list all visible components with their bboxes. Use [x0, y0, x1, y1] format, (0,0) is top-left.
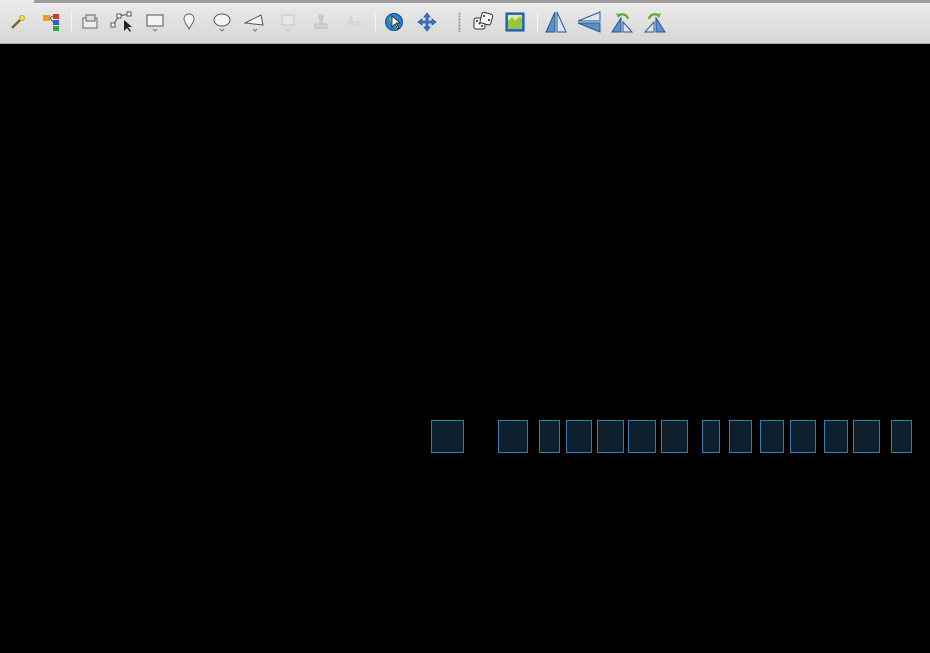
magic-wand-tool-button[interactable] — [4, 8, 32, 36]
canvas-cell[interactable] — [891, 420, 912, 453]
select-region-icon — [82, 14, 98, 29]
draw-rectangle-button[interactable] — [141, 8, 169, 36]
polygon-icon — [243, 14, 264, 32]
drawing-canvas[interactable] — [0, 45, 930, 653]
stamp-tool-button[interactable] — [307, 8, 335, 36]
rotate-left-icon — [611, 13, 634, 33]
canvas-cell[interactable] — [661, 420, 688, 453]
canvas-cell[interactable] — [539, 420, 560, 453]
canvas-cell[interactable] — [628, 420, 656, 453]
random-button[interactable] — [469, 8, 497, 36]
stamp-icon — [314, 14, 328, 29]
ellipse-icon — [213, 13, 231, 32]
draw-ellipse-button[interactable] — [208, 8, 236, 36]
canvas-cell[interactable] — [853, 420, 880, 453]
globe-navigate-button[interactable] — [380, 8, 408, 36]
text-icon — [347, 14, 361, 27]
canvas-cell[interactable] — [597, 420, 624, 453]
flip-horizontal-button[interactable] — [542, 8, 570, 36]
dice-icon — [473, 11, 494, 30]
select-region-button[interactable] — [76, 8, 104, 36]
canvas-cell[interactable] — [566, 420, 592, 453]
color-layers-icon — [43, 14, 59, 31]
image-icon — [281, 14, 295, 32]
toolbar-grip[interactable] — [458, 12, 461, 32]
rectangle-icon — [146, 14, 164, 32]
move-arrows-icon — [417, 12, 437, 32]
rotate-right-icon — [643, 13, 666, 33]
draw-marker-button[interactable] — [175, 8, 203, 36]
canvas-cell[interactable] — [790, 420, 816, 453]
toolbar-separator — [375, 12, 376, 32]
rotate-right-button[interactable] — [641, 8, 669, 36]
marker-pin-icon — [183, 13, 195, 31]
flip-horizontal-icon — [545, 11, 567, 33]
magic-wand-icon — [11, 15, 25, 29]
text-tool-button[interactable] — [340, 8, 368, 36]
rotate-left-button[interactable] — [608, 8, 636, 36]
map-view-icon — [505, 12, 525, 32]
pan-button[interactable] — [413, 8, 441, 36]
toolbar-separator — [537, 12, 538, 32]
canvas-cell[interactable] — [431, 420, 464, 453]
canvas-cell[interactable] — [702, 420, 720, 453]
draw-polygon-button[interactable] — [240, 8, 268, 36]
flip-vertical-icon — [577, 11, 601, 33]
toolbar-top-border — [34, 0, 930, 3]
map-view-button[interactable] — [501, 8, 529, 36]
globe-cursor-icon — [385, 13, 403, 31]
canvas-cell[interactable] — [498, 420, 528, 453]
image-tool-button[interactable] — [274, 8, 302, 36]
flip-vertical-button[interactable] — [575, 8, 603, 36]
draw-path-button[interactable] — [108, 8, 136, 36]
canvas-cell[interactable] — [760, 420, 784, 453]
toolbar — [0, 0, 930, 44]
canvas-cell[interactable] — [729, 420, 752, 453]
layers-tool-button[interactable] — [37, 8, 65, 36]
canvas-cell[interactable] — [824, 420, 848, 453]
toolbar-separator — [71, 12, 72, 32]
path-arrow-icon — [110, 11, 132, 32]
